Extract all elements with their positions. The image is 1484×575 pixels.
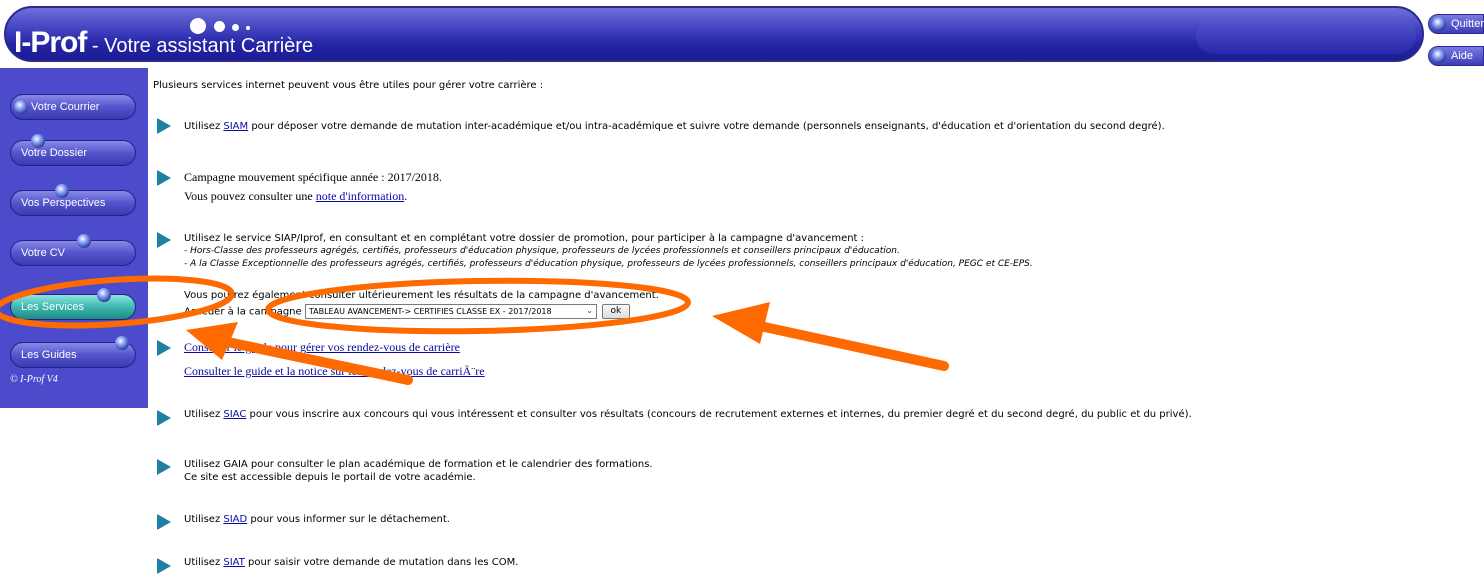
copyright-text: © I-Prof V4: [10, 374, 58, 385]
arrow-bullet-icon: [157, 232, 171, 248]
sidebar: Votre Courrier Votre Dossier Vos Perspec…: [0, 68, 148, 408]
help-button[interactable]: Aide: [1428, 46, 1484, 66]
chevron-down-icon: ⌄: [586, 306, 593, 315]
bullet-icon: [115, 336, 129, 350]
siap-line1: Utilisez le service SIAP/Iprof, en consu…: [184, 233, 865, 244]
campagne-line2-prefix: Vous pouvez consulter une: [184, 189, 316, 203]
gaia-line1: Utilisez GAIA pour consulter le plan aca…: [184, 459, 653, 470]
sidebar-item-label: Vos Perspectives: [21, 197, 106, 209]
help-bullet-icon: [1432, 49, 1446, 63]
sidebar-item-label: Votre Courrier: [31, 101, 100, 113]
arrow-bullet-icon: [157, 340, 171, 356]
annotation-arrow-right: [712, 302, 949, 371]
siad-prefix: Utilisez: [184, 514, 224, 525]
app-logo: I-Prof - Votre assistant Carrière: [14, 26, 313, 60]
siat-suffix: pour saisir votre demande de mutation da…: [244, 557, 519, 568]
sidebar-item-label: Votre CV: [21, 247, 66, 259]
bullet-icon: [14, 100, 28, 114]
sidebar-item-courrier[interactable]: Votre Courrier: [10, 94, 136, 120]
rdv-item-2: Consulter le guide et la notice sur les …: [184, 364, 485, 379]
brand-tagline: - Votre assistant Carrière: [86, 35, 314, 57]
siam-link[interactable]: SIAM: [223, 121, 248, 132]
sidebar-item-label: Les Guides: [21, 349, 77, 361]
rdv-item: Consulter le guide pour gérer vos rendez…: [184, 340, 460, 355]
bullet-icon: [31, 134, 45, 148]
gaia-line2: Ce site est accessible depuis le portail…: [184, 472, 476, 483]
bullet-icon: [77, 234, 91, 248]
siap-line2: - Hors-Classe des professeurs agrégés, c…: [184, 246, 900, 256]
quit-bullet-icon: [1432, 17, 1446, 31]
siac-item: Utilisez SIAC pour vous inscrire aux con…: [184, 409, 1192, 420]
campaign-select-value: TABLEAU AVANCEMENT-> CERTIFIES CLASSE EX…: [308, 307, 552, 316]
app-header: I-Prof - Votre assistant Carrière Quitte…: [0, 0, 1484, 68]
arrow-bullet-icon: [157, 558, 171, 574]
siad-link[interactable]: SIAD: [223, 514, 247, 525]
siam-suffix: pour déposer votre demande de mutation i…: [248, 121, 1165, 132]
help-label: Aide: [1451, 50, 1474, 62]
arrow-bullet-icon: [157, 459, 171, 475]
bullet-icon: [97, 288, 111, 302]
siat-item: Utilisez SIAT pour saisir votre demande …: [184, 557, 518, 568]
sidebar-item-label: Les Services: [21, 301, 84, 313]
sidebar-item-services[interactable]: Les Services: [10, 288, 136, 320]
sidebar-item-dossier[interactable]: Votre Dossier: [10, 134, 136, 166]
campagne-line1: Campagne mouvement spécifique année : 20…: [184, 170, 442, 184]
arrow-bullet-icon: [157, 514, 171, 530]
siac-link[interactable]: SIAC: [223, 409, 246, 420]
access-label: Accéder à la campagne: [184, 306, 302, 318]
campaign-select[interactable]: TABLEAU AVANCEMENT-> CERTIFIES CLASSE EX…: [304, 304, 597, 319]
intro-text: Plusieurs services internet peuvent vous…: [153, 80, 544, 91]
siam-prefix: Utilisez: [184, 121, 224, 132]
results-access-row: Accéder à la campagne TABLEAU AVANCEMENT…: [184, 304, 630, 319]
sidebar-item-label: Votre Dossier: [21, 147, 88, 159]
arrow-bullet-icon: [157, 170, 171, 186]
siac-prefix: Utilisez: [184, 409, 224, 420]
sidebar-item-perspectives[interactable]: Vos Perspectives: [10, 184, 136, 216]
arrow-bullet-icon: [157, 118, 171, 134]
banner-highlight: [1196, 18, 1416, 54]
siam-item: Utilisez SIAM pour déposer votre demande…: [184, 121, 1165, 132]
sidebar-item-cv[interactable]: Votre CV: [10, 234, 136, 266]
note-information-link[interactable]: note d'information: [316, 189, 404, 203]
rdv-guide-link[interactable]: Consulter le guide pour gérer vos rendez…: [184, 340, 460, 354]
siad-suffix: pour vous informer sur le détachement.: [247, 514, 450, 525]
bullet-icon: [55, 184, 69, 198]
results-line1: Vous pourrez également consulter ultérie…: [184, 290, 659, 301]
siac-suffix: pour vous inscrire aux concours qui vous…: [246, 409, 1192, 420]
siad-item: Utilisez SIAD pour vous informer sur le …: [184, 514, 450, 525]
quit-button[interactable]: Quitter: [1428, 14, 1484, 34]
sidebar-item-guides[interactable]: Les Guides: [10, 336, 136, 368]
campagne-line2: Vous pouvez consulter une note d'informa…: [184, 189, 407, 204]
campagne-line2-suffix: .: [404, 189, 408, 203]
quit-label: Quitter: [1451, 18, 1484, 30]
rdv-notice-link[interactable]: Consulter le guide et la notice sur les …: [184, 364, 485, 378]
ok-button[interactable]: ok: [601, 304, 630, 319]
siat-prefix: Utilisez: [184, 557, 224, 568]
siap-line3: - A la Classe Exceptionnelle des profess…: [184, 259, 1033, 269]
brand-name: I-Prof: [14, 26, 87, 59]
siat-link[interactable]: SIAT: [223, 557, 244, 568]
arrow-bullet-icon: [157, 410, 171, 426]
